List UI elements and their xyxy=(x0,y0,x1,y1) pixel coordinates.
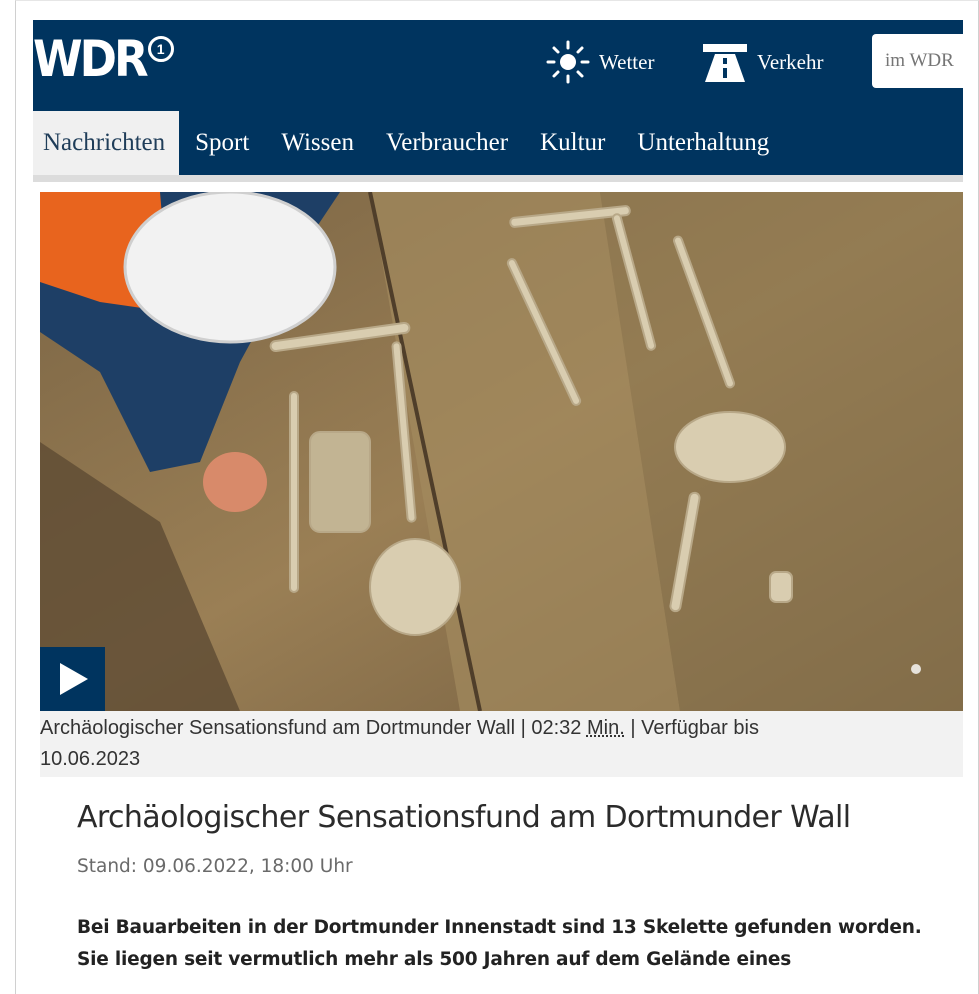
caption-duration: 02:32 xyxy=(531,717,582,739)
nav-item-verbraucher[interactable]: Verbraucher xyxy=(370,111,524,175)
nav-item-wissen[interactable]: Wissen xyxy=(265,111,370,175)
video-player[interactable] xyxy=(40,192,963,711)
site-header: WDR 1 Wetter Verkehr im WDR Nachrichten … xyxy=(33,20,963,175)
traffic-label: Verkehr xyxy=(757,49,824,74)
caption-available-date: 10.06.2023 xyxy=(40,748,141,770)
nav-item-sport[interactable]: Sport xyxy=(179,111,265,175)
caption-title: Archäologischer Sensationsfund am Dortmu… xyxy=(40,717,516,739)
video-thumbnail xyxy=(40,192,963,711)
play-button[interactable] xyxy=(40,647,105,711)
play-icon xyxy=(59,663,88,695)
article-headline: Archäologischer Sensationsfund am Dortmu… xyxy=(77,800,851,835)
traffic-link[interactable]: Verkehr xyxy=(701,40,823,84)
search-input[interactable] xyxy=(872,34,963,88)
article-lead: Bei Bauarbeiten in der Dortmunder Innens… xyxy=(77,917,922,970)
caption-duration-unit: Min. xyxy=(586,717,625,739)
main-nav: Nachrichten Sport Wissen Verbraucher Kul… xyxy=(33,111,785,175)
weather-link[interactable]: Wetter xyxy=(545,40,654,84)
wdr-logo[interactable]: WDR 1 xyxy=(33,34,174,86)
weather-label: Wetter xyxy=(599,49,655,74)
nav-divider xyxy=(33,175,963,182)
nav-item-kultur[interactable]: Kultur xyxy=(524,111,621,175)
caption-available-label: Verfügbar bis xyxy=(641,717,759,739)
sun-icon xyxy=(546,40,590,84)
search-box xyxy=(872,34,963,88)
logo-badge: 1 xyxy=(147,36,174,62)
logo-text: WDR xyxy=(33,30,149,88)
video-caption: Archäologischer Sensationsfund am Dortmu… xyxy=(40,711,963,777)
article-timestamp: Stand: 09.06.2022, 18:00 Uhr xyxy=(77,856,353,877)
highway-icon xyxy=(703,44,747,82)
nav-item-unterhaltung[interactable]: Unterhaltung xyxy=(621,111,785,175)
nav-item-nachrichten[interactable]: Nachrichten xyxy=(33,111,180,175)
